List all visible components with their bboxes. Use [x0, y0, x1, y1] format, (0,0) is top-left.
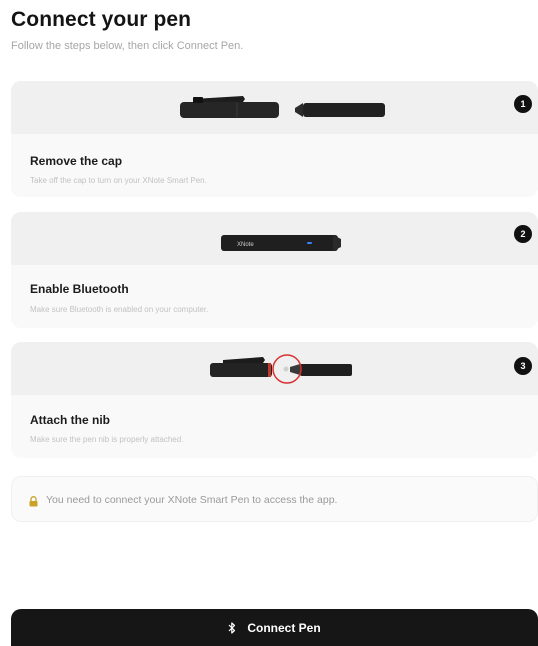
step-number-badge: 2 [514, 225, 532, 243]
step-description: Make sure Bluetooth is enabled on your c… [30, 305, 209, 314]
connect-pen-label: Connect Pen [247, 620, 321, 635]
step-number-badge: 1 [514, 95, 532, 113]
pen-and-cap-illustration [180, 96, 385, 118]
pen-brand-label: XNote [237, 242, 254, 248]
step-title: Attach the nib [30, 413, 110, 427]
step-description: Make sure the pen nib is properly attach… [30, 435, 184, 444]
step-card-remove-cap: 1 Remove the cap Take off the cap to tur… [11, 81, 538, 197]
step-image-attach-nib [11, 342, 538, 395]
step-card-enable-bluetooth: XNote 2 Enable Bluetooth Make sure Bluet… [11, 212, 538, 328]
connection-notice: You need to connect your XNote Smart Pen… [11, 476, 538, 522]
page-title: Connect your pen [11, 8, 192, 31]
step-card-attach-nib: 3 Attach the nib Make sure the pen nib i… [11, 342, 538, 458]
pen-nib-illustration [210, 354, 352, 384]
bluetooth-icon [228, 621, 236, 634]
step-title: Remove the cap [30, 154, 123, 168]
step-title: Enable Bluetooth [30, 282, 129, 296]
pen-bluetooth-illustration: XNote [221, 235, 341, 251]
step-number-badge: 3 [514, 357, 532, 375]
connect-pen-button[interactable]: Connect Pen [11, 609, 538, 646]
lock-icon [29, 494, 38, 512]
notice-text: You need to connect your XNote Smart Pen… [46, 494, 338, 506]
step-image-remove-cap [11, 81, 538, 134]
page-subtitle: Follow the steps below, then click Conne… [11, 40, 244, 52]
pen-led-indicator [307, 242, 312, 244]
step-body-enable-bluetooth [11, 265, 538, 328]
step-image-enable-bluetooth: XNote [11, 212, 538, 265]
step-description: Take off the cap to turn on your XNote S… [30, 176, 207, 185]
